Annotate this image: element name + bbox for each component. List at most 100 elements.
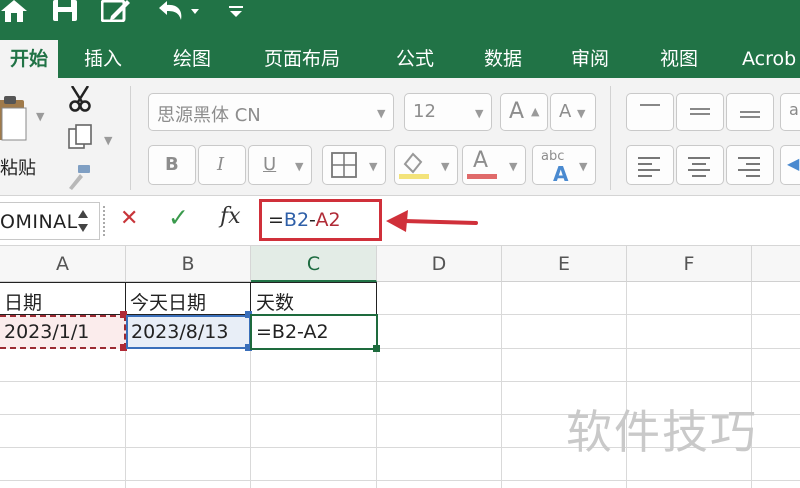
align-right-icon <box>738 157 760 177</box>
name-box-stepper-icon <box>78 210 88 232</box>
caret-up-icon: ▲ <box>531 105 540 118</box>
font-name-select[interactable]: 思源黑体 CN ▼ <box>148 93 394 131</box>
cancel-icon[interactable]: ✕ <box>120 206 138 231</box>
align-right-button[interactable] <box>726 145 774 185</box>
insert-function-icon[interactable]: fx <box>220 204 241 229</box>
cell-a1[interactable]: 日期 <box>4 288 42 315</box>
cell-b2[interactable]: 2023/8/13 <box>131 321 228 343</box>
name-box[interactable]: OMINAL <box>0 202 100 240</box>
font-size-select[interactable]: 12 ▼ <box>404 93 492 131</box>
underline-button[interactable]: U ▼ <box>248 145 312 185</box>
ribbon-separator <box>130 86 131 190</box>
undo-icon[interactable] <box>152 0 202 22</box>
wrap-text-button[interactable]: abc A ▼ <box>532 145 596 186</box>
tab-home[interactable]: 开始 <box>0 40 58 78</box>
tab-review[interactable]: 审阅 <box>563 40 617 78</box>
column-header-g[interactable] <box>752 246 800 282</box>
align-left-icon <box>638 157 660 177</box>
tab-acrobat[interactable]: Acrob <box>742 40 800 78</box>
font-color-label: A <box>473 148 489 173</box>
watermark: 软件技巧 <box>566 405 758 459</box>
wrap-text-icon: A <box>553 162 569 186</box>
row-line <box>0 381 800 382</box>
tab-data[interactable]: 数据 <box>476 40 530 78</box>
font-color-button[interactable]: A ▼ <box>462 145 526 185</box>
tab-view[interactable]: 视图 <box>652 40 706 78</box>
tab-formulas[interactable]: 公式 <box>388 40 442 78</box>
shrink-font-label: A <box>559 101 572 122</box>
formula-bar: OMINAL ✕ ✓ fx =B2-A2 <box>0 196 800 246</box>
row-line <box>0 480 800 481</box>
title-bar <box>0 0 800 40</box>
cell-b1[interactable]: 今天日期 <box>130 288 206 315</box>
chevron-down-icon: ▼ <box>475 107 484 120</box>
align-top-button[interactable] <box>626 93 674 131</box>
paste-label: 粘贴 <box>0 158 36 179</box>
align-left-button[interactable] <box>626 145 674 185</box>
formula-input[interactable]: =B2-A2 <box>259 199 382 241</box>
paint-bucket-icon <box>399 152 429 179</box>
copy-dropdown-icon[interactable]: ▼ <box>104 134 112 147</box>
bold-label: B <box>165 154 179 175</box>
name-box-value: OMINAL <box>0 211 78 233</box>
enter-icon[interactable]: ✓ <box>168 203 189 232</box>
cell-a2[interactable]: 2023/1/1 <box>4 321 89 343</box>
formula-bar-divider <box>103 206 105 236</box>
indent-arrow-icon: ◀ <box>787 154 800 173</box>
fill-color-button[interactable]: ▼ <box>394 145 458 185</box>
italic-label: I <box>217 154 225 175</box>
chevron-down-icon: ▼ <box>369 160 378 173</box>
font-color-swatch <box>467 174 497 179</box>
formula-text: =B2-A2 <box>268 209 341 231</box>
tab-draw[interactable]: 绘图 <box>165 40 219 78</box>
customize-icon[interactable] <box>226 0 246 22</box>
ribbon-home: 粘贴 ▼ ▼ 思源黑体 CN ▼ 12 ▼ A ▲ A ▼ B I U ▼ ▼ … <box>0 78 800 196</box>
formula-equals: = <box>268 209 284 231</box>
column-header-b[interactable]: B <box>126 246 251 282</box>
align-bottom-icon <box>740 111 760 118</box>
chevron-down-icon: ▼ <box>441 160 450 173</box>
cell-c1[interactable]: 天数 <box>256 288 294 315</box>
caret-down-icon: ▼ <box>577 107 586 120</box>
save-icon[interactable] <box>50 0 80 22</box>
chevron-down-icon: ▼ <box>509 160 518 173</box>
column-header-a[interactable]: A <box>0 246 126 282</box>
column-line <box>501 282 502 488</box>
tab-page-layout[interactable]: 页面布局 <box>254 40 350 78</box>
clipboard-icon <box>0 96 27 141</box>
scissors-icon[interactable] <box>68 86 92 112</box>
italic-button[interactable]: I <box>198 145 246 185</box>
chevron-down-icon: ▼ <box>377 107 386 120</box>
orientation-button[interactable]: ab <box>780 93 800 131</box>
paste-button[interactable]: 粘贴 <box>0 86 50 179</box>
ribbon-separator <box>610 86 611 190</box>
grow-font-button[interactable]: A ▲ <box>500 93 548 131</box>
column-header-e[interactable]: E <box>502 246 627 282</box>
paste-dropdown-icon[interactable]: ▼ <box>36 110 44 123</box>
ribbon-tabs: 开始 插入 绘图 页面布局 公式 数据 审阅 视图 Acrob <box>0 40 800 78</box>
chevron-down-icon: ▼ <box>579 160 588 173</box>
align-center-icon <box>688 157 710 177</box>
fill-handle[interactable] <box>373 345 380 352</box>
bold-button[interactable]: B <box>148 145 196 185</box>
align-middle-button[interactable] <box>676 93 724 131</box>
borders-button[interactable]: ▼ <box>322 145 386 185</box>
shrink-font-button[interactable]: A ▼ <box>550 93 596 131</box>
red-arrow-icon <box>386 210 478 232</box>
align-top-icon <box>640 104 660 106</box>
format-painter-icon[interactable] <box>66 164 92 190</box>
copy-icon[interactable] <box>68 124 94 150</box>
edit-icon[interactable] <box>100 0 132 22</box>
column-header-d[interactable]: D <box>377 246 502 282</box>
indent-button[interactable]: ◀ <box>780 145 800 185</box>
font-name-value: 思源黑体 CN <box>157 105 261 126</box>
formula-ref-a2: A2 <box>315 209 341 231</box>
cell-c2[interactable]: =B2-A2 <box>256 321 329 343</box>
align-center-button[interactable] <box>676 145 724 185</box>
tab-insert[interactable]: 插入 <box>76 40 130 78</box>
column-header-c[interactable]: C <box>251 246 377 282</box>
align-bottom-button[interactable] <box>726 93 774 131</box>
column-header-f[interactable]: F <box>627 246 752 282</box>
underline-label: U <box>263 154 277 175</box>
home-icon[interactable] <box>0 0 28 22</box>
